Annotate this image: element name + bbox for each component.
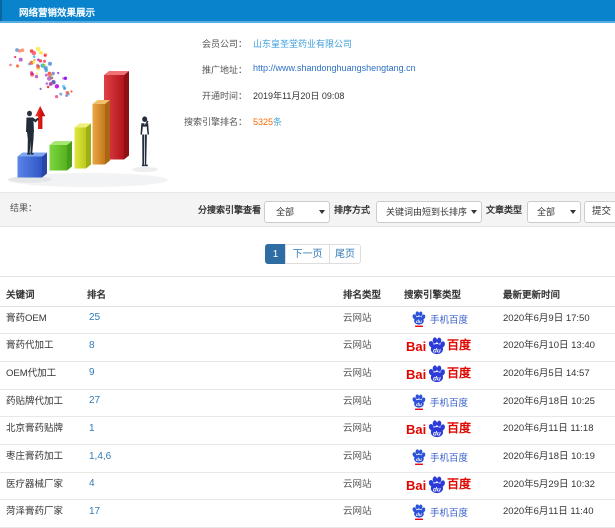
- svg-text:du: du: [433, 486, 441, 493]
- svg-text:du: du: [433, 375, 441, 382]
- svg-text:du: du: [433, 348, 441, 355]
- svg-text:du: du: [416, 457, 422, 463]
- svg-text:du: du: [433, 431, 441, 438]
- svg-text:du: du: [416, 318, 422, 324]
- svg-text:du: du: [416, 401, 422, 407]
- svg-text:du: du: [416, 512, 422, 518]
